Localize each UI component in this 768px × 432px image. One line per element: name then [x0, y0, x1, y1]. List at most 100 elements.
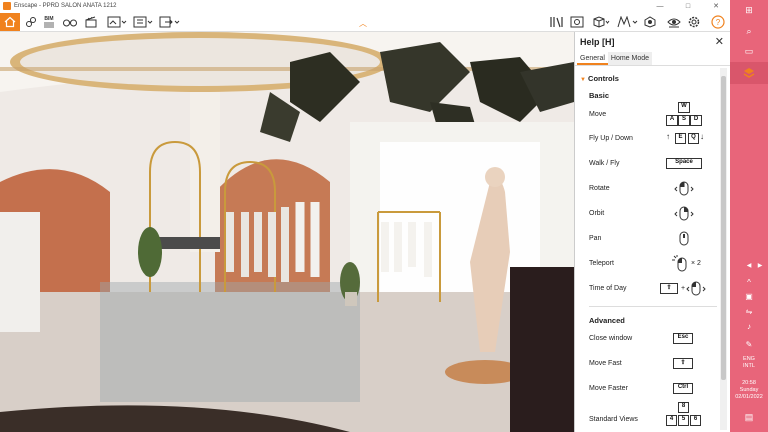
- enscape-app-icon: [743, 68, 755, 78]
- key-e: E: [675, 133, 686, 144]
- double-click-suffix: × 2: [691, 260, 701, 267]
- map-button[interactable]: [616, 13, 640, 31]
- help-row-fly: Fly Up / Down ↑ E Q ↓: [589, 132, 719, 146]
- network-icon[interactable]: ⇋: [743, 307, 755, 319]
- close-window-button[interactable]: ✕: [702, 2, 730, 10]
- export-button[interactable]: [158, 13, 182, 31]
- settings-icon: [688, 16, 700, 28]
- close-help-button[interactable]: ✕: [715, 35, 724, 48]
- tray-overflow-right-icon[interactable]: ▶: [754, 262, 766, 274]
- row-label: Pan: [589, 235, 602, 242]
- mouse-left-icon: [674, 181, 694, 196]
- notification-icon[interactable]: ▤: [743, 412, 755, 424]
- home-icon: [4, 16, 16, 28]
- home-button[interactable]: [0, 13, 20, 31]
- maximize-button[interactable]: □: [674, 3, 702, 10]
- clock-time[interactable]: 20:58: [730, 380, 768, 387]
- row-label: Move: [589, 111, 607, 118]
- minimize-button[interactable]: —: [646, 3, 674, 10]
- box-icon: [593, 16, 610, 28]
- eye-button[interactable]: [666, 13, 682, 31]
- keyboard-layout[interactable]: INTL: [730, 363, 768, 370]
- key-esc: Esc: [673, 333, 693, 344]
- search-icon[interactable]: ⌕: [743, 26, 755, 38]
- pen-icon[interactable]: ✎: [743, 340, 755, 352]
- row-label: Move Faster: [589, 385, 628, 392]
- key-s: S: [678, 115, 690, 126]
- row-label: Close window: [589, 335, 633, 342]
- box-button[interactable]: [591, 13, 611, 31]
- help-row-time-of-day: Time of Day ⇧ +: [589, 280, 719, 298]
- library-icon: [550, 17, 563, 28]
- volume-icon[interactable]: ♪: [743, 322, 755, 334]
- help-row-walk-fly: Walk / Fly Space: [589, 157, 719, 171]
- map-icon: [617, 16, 638, 28]
- clapper-button[interactable]: [84, 13, 98, 31]
- video-button[interactable]: [132, 13, 154, 31]
- row-label: Rotate: [589, 185, 610, 192]
- enscape-taskbar-app[interactable]: [730, 62, 768, 84]
- windows-start-icon[interactable]: ⊞: [743, 5, 755, 17]
- help-row-teleport: Teleport × 2: [589, 255, 719, 273]
- video-icon: [133, 16, 153, 28]
- key-q: Q: [688, 133, 699, 144]
- title-bar: Enscape - PPRD SALON ANATA 1212 — □ ✕: [0, 0, 730, 12]
- row-label: Time of Day: [589, 285, 627, 292]
- library-button[interactable]: [549, 13, 565, 31]
- eye-icon: [667, 18, 681, 28]
- language-indicator[interactable]: ENG: [730, 356, 768, 363]
- help-row-move: Move W A S D: [589, 102, 719, 128]
- help-button[interactable]: ?: [710, 13, 726, 31]
- toolbar: BIM ︿ ?: [0, 12, 730, 32]
- collapse-triangle-icon: ▼: [580, 77, 586, 83]
- help-row-close-window: Close window Esc: [589, 332, 719, 346]
- key-space: Space: [666, 158, 702, 169]
- screenshot-button[interactable]: [106, 13, 128, 31]
- row-label: Fly Up / Down: [589, 135, 633, 142]
- help-icon: ?: [711, 15, 725, 29]
- key-d: D: [690, 115, 702, 126]
- help-row-pan: Pan: [589, 230, 719, 248]
- plus-sign: +: [681, 285, 686, 292]
- key-a: A: [666, 115, 678, 126]
- screenshot-icon: [107, 16, 127, 28]
- key-shift: ⇧: [673, 358, 693, 369]
- salon-render-image: [0, 32, 574, 432]
- help-row-orbit: Orbit: [589, 205, 719, 223]
- chevron-up-icon[interactable]: ^: [743, 278, 755, 290]
- render-button[interactable]: [569, 13, 585, 31]
- tab-general[interactable]: General: [577, 52, 608, 65]
- mouse-double-click-icon: [672, 255, 687, 272]
- scrollbar-thumb[interactable]: [721, 76, 726, 380]
- settings-button[interactable]: [686, 13, 702, 31]
- section-divider: [589, 306, 717, 307]
- key-6: 6: [690, 415, 701, 426]
- bim-button[interactable]: BIM: [42, 13, 56, 31]
- display-icon[interactable]: ▣: [743, 292, 755, 304]
- 3d-viewport[interactable]: [0, 32, 574, 432]
- link-button[interactable]: [24, 13, 38, 31]
- grid-icon: [644, 16, 656, 28]
- controls-section-header[interactable]: ▼ Controls: [580, 74, 619, 83]
- binoculars-button[interactable]: [62, 13, 78, 31]
- windows-taskbar: ⊞ ⌕ ▭ ◀ ▶ ^ ▣ ⇋ ♪ ✎ ENG INTL 20:58 Sunda…: [730, 0, 768, 432]
- expand-chevron-icon[interactable]: ︿: [359, 18, 367, 29]
- svg-text:?: ?: [716, 18, 721, 27]
- grid-button[interactable]: [642, 13, 658, 31]
- task-view-icon[interactable]: ▭: [743, 46, 755, 58]
- mouse-middle-icon: [679, 231, 689, 246]
- clock-date: 02/01/2022: [735, 394, 763, 400]
- link-icon: [26, 17, 36, 27]
- key-4: 4: [666, 415, 677, 426]
- window-title: Enscape - PPRD SALON ANATA 1212: [14, 3, 117, 9]
- row-label: Move Fast: [589, 360, 622, 367]
- help-row-move-fast: Move Fast ⇧: [589, 357, 719, 371]
- mouse-right-icon: [674, 206, 694, 221]
- controls-label: Controls: [588, 74, 619, 83]
- arrow-up-icon: ↑: [666, 132, 670, 141]
- help-scrollbar[interactable]: [720, 68, 727, 430]
- tab-home-mode[interactable]: Home Mode: [607, 52, 653, 65]
- binoculars-icon: [63, 19, 77, 27]
- help-row-standard-views: Standard Views 8 4 5 6: [589, 402, 719, 430]
- key-8: 8: [678, 402, 689, 413]
